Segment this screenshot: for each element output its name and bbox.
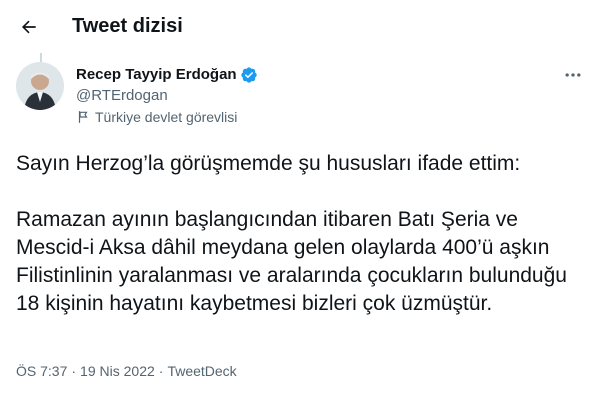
more-options-button[interactable]	[560, 64, 586, 86]
flag-icon	[78, 111, 88, 123]
tweet-source[interactable]: TweetDeck	[167, 362, 236, 380]
meta-separator: ·	[158, 363, 164, 379]
account-label: Türkiye devlet görevlisi	[76, 108, 237, 126]
avatar[interactable]	[16, 62, 64, 110]
arrow-left-icon	[21, 20, 36, 34]
avatar-image	[16, 62, 64, 110]
tweet-date[interactable]: 19 Nis 2022	[80, 362, 155, 380]
tweet-time[interactable]: ÖS 7:37	[16, 362, 67, 380]
account-label-text: Türkiye devlet görevlisi	[95, 109, 238, 125]
meta-separator: ·	[71, 363, 77, 379]
back-button[interactable]	[12, 10, 46, 44]
page-title: Tweet dizisi	[72, 15, 183, 37]
author-handle[interactable]: @RTErdogan	[76, 86, 168, 106]
tweet-meta: ÖS 7:37 · 19 Nis 2022 · TweetDeck	[16, 362, 237, 380]
verified-badge-icon	[240, 67, 257, 83]
thread-connector-line	[40, 53, 42, 62]
author-name[interactable]: Recep Tayyip Erdoğan	[76, 65, 237, 85]
author-name-row[interactable]: Recep Tayyip Erdoğan	[76, 65, 258, 85]
tweet-text: Sayın Herzog’la görüşmemde şu hususları …	[16, 152, 567, 315]
top-bar: Tweet dizisi	[0, 0, 598, 53]
more-horizontal-icon	[565, 73, 581, 77]
